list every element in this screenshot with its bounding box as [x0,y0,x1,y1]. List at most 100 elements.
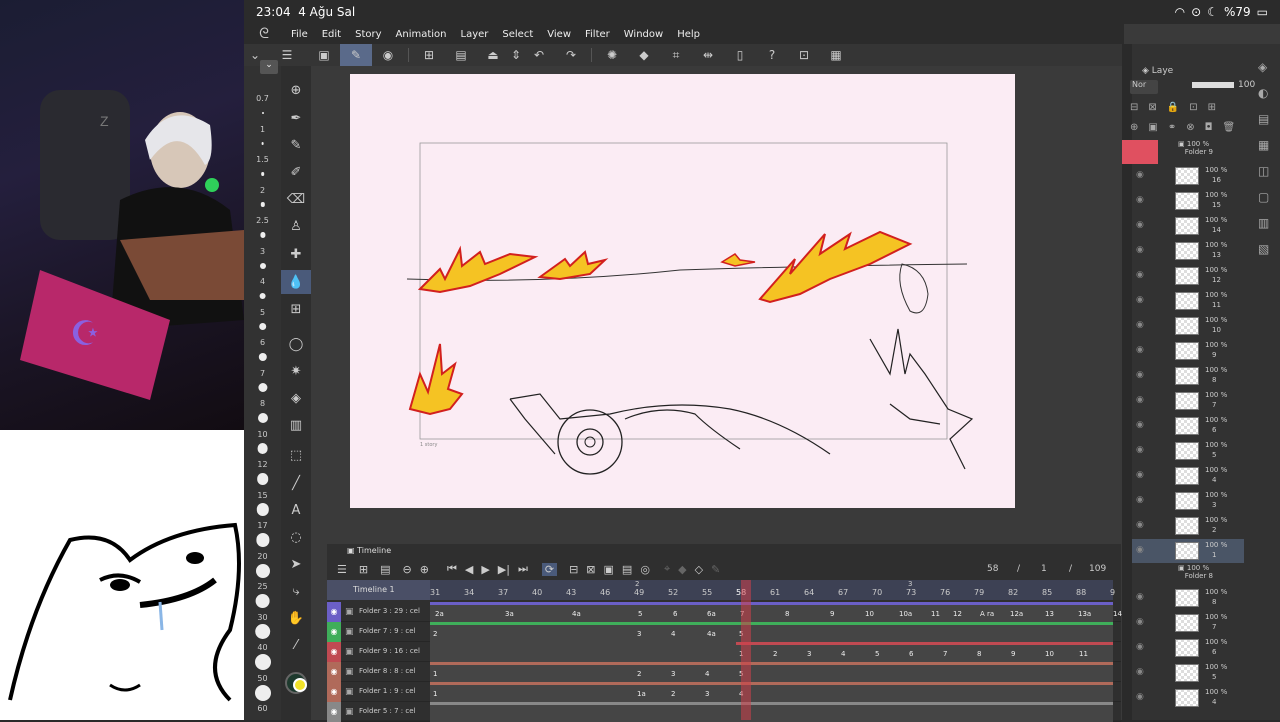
hand-tool-icon[interactable]: ✋ [281,606,311,630]
history-side-icon[interactable]: ◫ [1258,164,1280,190]
eye-icon[interactable]: ◉ [1136,617,1144,627]
menu-animation[interactable]: Animation [389,29,454,40]
first-frame-icon[interactable]: ⏮ [447,562,457,576]
layer-row[interactable]: ◉ 100 % 1 [1132,539,1244,563]
lasso-tool-icon[interactable]: ◯ [281,332,311,356]
balloon-tool-icon[interactable]: ◌ [281,525,311,549]
cel-label[interactable]: 3a [505,610,514,618]
brush-size-label[interactable]: 50 [244,674,281,683]
menu-view[interactable]: View [540,29,578,40]
layer-row[interactable]: ◉ 100 % 2 [1132,514,1244,538]
brush-size-label[interactable]: 8 [244,399,281,408]
eye-icon[interactable]: ◉ [1136,495,1144,505]
cel-label[interactable]: 6a [707,610,716,618]
opacity-value[interactable]: 100 [1238,80,1255,90]
cel-label[interactable]: 3 [705,690,709,698]
brush-size-dot[interactable] [261,142,264,145]
figure-tool-icon[interactable]: ⬚ [281,443,311,467]
cel-label[interactable]: 8 [785,610,789,618]
track-visibility-icon[interactable]: ◉ [327,622,341,642]
loop-icon[interactable]: ⟳ [541,562,558,576]
opacity-slider[interactable] [1192,82,1234,88]
mask-add-icon[interactable]: ◘ [1205,122,1213,136]
canvas-tool-icon[interactable]: ▣ [308,44,340,66]
menu-window[interactable]: Window [617,29,670,40]
brush-size-label[interactable]: 2 [244,186,281,195]
brush-size-dot[interactable] [254,623,271,640]
brush-size-dot[interactable] [257,413,268,423]
navigator-side-icon[interactable]: ▢ [1258,190,1280,216]
eye-icon[interactable]: ◉ [1136,295,1144,305]
crop-icon[interactable]: ⌗ [660,44,692,66]
layer-row[interactable]: ◉ 100 % 4 [1132,686,1244,710]
cel-label[interactable]: 5 [638,610,642,618]
menu-file[interactable]: File [284,29,315,40]
pen-tool-icon[interactable]: ✒ [281,106,311,130]
cel-label[interactable]: 4 [841,650,845,658]
menu-edit[interactable]: Edit [315,29,348,40]
track-visibility-icon[interactable]: ◉ [327,682,341,702]
cel-label[interactable]: 14 [1113,610,1122,618]
cel-label[interactable]: 4a [707,630,716,638]
cel-label[interactable]: 1 [433,690,437,698]
layer-row[interactable]: ◉ 100 % 7 [1132,611,1244,635]
brush-size-label[interactable]: 0.7 [244,94,281,103]
camera-icon[interactable]: ⌖ [664,562,670,576]
brush-size-label[interactable]: 4 [244,277,281,286]
layer-row[interactable]: ◉ 100 % 12 [1132,264,1244,288]
cel-label[interactable]: 2 [637,670,641,678]
layer-row[interactable]: ◉ 100 % 11 [1132,289,1244,313]
app-logo-icon[interactable]: ᘓ [244,26,284,42]
lock-alpha-icon[interactable]: ⊡ [1189,102,1197,116]
fill-icon[interactable]: ◆ [628,44,660,66]
brush-tool-icon[interactable]: ✐ [281,160,311,184]
timeline-track[interactable]: ◉▣Folder 3 : 29 : cel2a3a4a566a7891010a1… [327,602,1122,622]
eye-icon[interactable]: ◉ [1136,692,1144,702]
redo-icon[interactable]: ↷ [555,44,587,66]
timeline-track[interactable]: ◉▣Folder 8 : 8 : cel12345 [327,662,1121,682]
timeline-track[interactable]: ◉▣Folder 1 : 9 : cel11a234 [327,682,1121,702]
menu-layer[interactable]: Layer [454,29,496,40]
ref-icon[interactable]: ⊠ [1148,102,1156,116]
cel-label[interactable]: 13 [1045,610,1054,618]
new-anim-folder-icon[interactable]: ⊟ [569,563,578,576]
layer-row[interactable]: ◉ 100 % 6 [1132,636,1244,660]
layers-side-icon[interactable]: ◈ [1258,60,1280,86]
search-side-icon[interactable]: ▧ [1258,242,1280,268]
export-dropdown-icon[interactable]: ⇕ [509,44,523,66]
layer-row[interactable]: ◉ 100 % 6 [1132,414,1244,438]
new-file-icon[interactable]: ⊞ [413,44,445,66]
brush-size-dot[interactable] [260,172,265,176]
color-side-icon[interactable]: ◐ [1258,86,1280,112]
keyframe-toggle-icon[interactable]: ◇ [695,563,703,576]
brush-size-dot[interactable] [259,232,266,238]
eye-icon[interactable]: ◉ [1136,170,1144,180]
eye-icon[interactable]: ◉ [1136,667,1144,677]
brush-size-dot[interactable] [259,292,266,300]
sub-color-swatch[interactable] [293,678,307,692]
brush-edit-icon[interactable]: ✎ [340,44,372,66]
eye-icon[interactable]: ◉ [1136,395,1144,405]
new-layer-icon[interactable]: ⊕ [1130,122,1138,136]
brush-size-dot[interactable] [260,202,265,207]
mask-icon[interactable]: ⊞ [1208,102,1216,116]
keyframe-icon[interactable]: ◆ [678,563,686,576]
decoration-tool-icon[interactable]: ✚ [281,242,311,266]
undo-icon[interactable]: ↶ [523,44,555,66]
eye-icon[interactable]: ◉ [1136,220,1144,230]
layer-row[interactable]: ◉ 100 % 5 [1132,439,1244,463]
layer-row[interactable]: ◉ 100 % 13 [1132,239,1244,263]
cel-label[interactable]: 5 [875,650,879,658]
cel-label[interactable]: 11 [931,610,940,618]
flip-icon[interactable]: ⇹ [692,44,724,66]
brush-size-dot[interactable] [254,654,271,670]
timeline-track[interactable]: ◉ ▣ Folder 5 : 7 : cel [327,702,1121,722]
eye-icon[interactable]: ◉ [1136,520,1144,530]
layer-row[interactable]: ◉ 100 % 16 [1132,164,1244,188]
brush-size-dot[interactable] [257,382,268,393]
brush-size-dot[interactable] [255,563,270,578]
brush-size-label[interactable]: 12 [244,460,281,469]
airbrush-tool-icon[interactable]: ♙ [281,214,311,238]
timeline-edit-icon[interactable]: ▤ [380,563,390,576]
cel-label[interactable]: 9 [830,610,834,618]
